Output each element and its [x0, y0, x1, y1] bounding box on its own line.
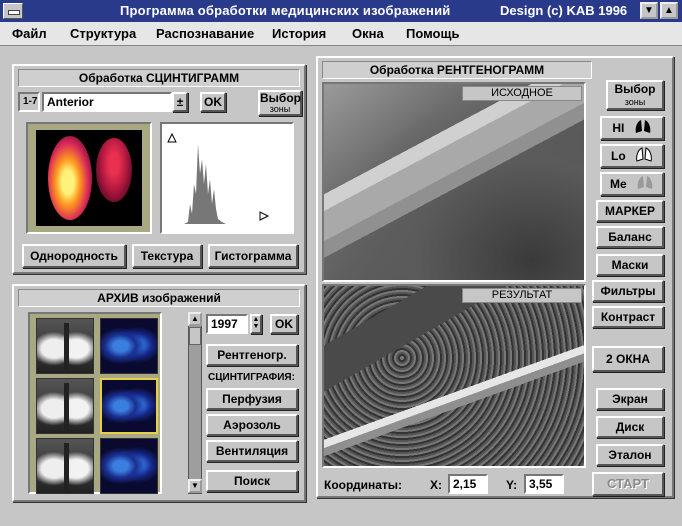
marker-button[interactable]: МАРКЕР	[596, 200, 664, 222]
xray-panel-title: Обработка РЕНТГЕНОГРАММ	[322, 61, 592, 79]
result-image-frame: РЕЗУЛЬТАТ	[322, 284, 586, 468]
menu-help[interactable]: Помощь	[406, 26, 459, 41]
scintigram-image[interactable]	[36, 130, 142, 226]
hi-button[interactable]: HI	[600, 116, 664, 140]
minimize-button[interactable]: ▼	[640, 2, 658, 19]
filters-button[interactable]: Фильтры	[592, 280, 664, 302]
me-button[interactable]: Me	[600, 172, 664, 196]
thumbnail-scinti-1[interactable]	[100, 318, 158, 374]
ventilation-button[interactable]: Вентиляция	[206, 440, 298, 462]
search-button[interactable]: Поиск	[206, 470, 298, 492]
masks-button[interactable]: Маски	[596, 254, 664, 276]
y-label: Y:	[506, 478, 518, 492]
histogram-chart	[167, 132, 270, 224]
archive-panel: АРХИВ изображений ▲ ▼ 1997 ▲ ▼ OK Рентген…	[12, 284, 306, 502]
scroll-up-arrow-icon[interactable]: ▲	[188, 312, 202, 326]
result-xray-image[interactable]: РЕЗУЛЬТАТ	[324, 286, 584, 466]
hi-label: HI	[612, 121, 625, 136]
lo-label: Lo	[610, 149, 626, 164]
projection-select[interactable]: Anterior	[42, 92, 172, 112]
scinti-panel-title: Обработка СЦИНТИГРАММ	[18, 69, 300, 87]
select-zone-line1: Выбор	[260, 91, 301, 105]
result-image-label: РЕЗУЛЬТАТ	[462, 288, 582, 303]
y-coordinate-field: 3,55	[524, 474, 564, 494]
select-zone-line2: зоны	[269, 104, 291, 114]
thumbnail-scinti-2-selected[interactable]	[100, 378, 158, 434]
title-bar: Программа обработки медицинских изображе…	[0, 0, 682, 22]
system-menu-button[interactable]	[3, 3, 23, 19]
aerosol-button[interactable]: Аэрозоль	[206, 414, 298, 436]
etalon-button[interactable]: Эталон	[596, 444, 664, 466]
lungs-outline-icon	[635, 146, 653, 168]
xray-select-zone-line1: Выбор	[614, 82, 656, 96]
lungs-filled-icon	[634, 118, 652, 140]
thumbnail-xray-1[interactable]	[36, 318, 94, 374]
coordinates-label: Координаты:	[324, 478, 403, 492]
source-xray-image[interactable]: ИСХОДНОЕ	[324, 84, 584, 280]
range-label: 1-7	[18, 92, 40, 112]
balance-button[interactable]: Баланс	[596, 226, 664, 248]
xray-archive-button[interactable]: Рентгеногр.	[206, 344, 298, 366]
maximize-button[interactable]: ▲	[660, 2, 678, 19]
menu-history[interactable]: История	[272, 26, 326, 41]
xray-select-zone-line2: зоны	[624, 97, 646, 107]
lungs-gray-icon	[636, 174, 654, 196]
scinti-ok-button[interactable]: OK	[200, 92, 226, 112]
scinti-select-zone-button[interactable]: Выбор зоны	[258, 90, 302, 116]
me-label: Me	[609, 177, 627, 192]
thumbnail-xray-2[interactable]	[36, 378, 94, 434]
scinti-section-label: СЦИНТИГРАФИЯ:	[208, 372, 295, 383]
histogram-button[interactable]: Гистограмма	[208, 244, 298, 268]
source-image-label: ИСХОДНОЕ	[462, 86, 582, 101]
texture-button[interactable]: Текстура	[132, 244, 202, 268]
scroll-thumb[interactable]	[189, 327, 201, 345]
copyright-text: Design (c) KAB 1996	[500, 3, 628, 18]
scroll-down-arrow-icon[interactable]: ▼	[188, 479, 202, 493]
screen-button[interactable]: Экран	[596, 388, 664, 410]
xray-select-zone-button[interactable]: Выбор зоны	[606, 80, 664, 110]
scinti-frame	[26, 122, 152, 234]
lo-button[interactable]: Lo	[600, 144, 664, 168]
thumbnail-grid	[28, 312, 162, 494]
perfusion-button[interactable]: Перфузия	[206, 388, 298, 410]
x-label: X:	[430, 478, 442, 492]
contrast-button[interactable]: Контраст	[592, 306, 664, 328]
two-windows-button[interactable]: 2 ОКНА	[592, 346, 664, 372]
scinti-panel: Обработка СЦИНТИГРАММ 1-7 Anterior ± OK …	[12, 64, 306, 274]
source-image-frame: ИСХОДНОЕ	[322, 82, 586, 282]
histogram-panel	[160, 122, 294, 234]
menu-bar: Файл Структура Распознавание История Окн…	[0, 22, 682, 46]
archive-panel-title: АРХИВ изображений	[18, 289, 300, 307]
menu-windows[interactable]: Окна	[352, 26, 384, 41]
menu-file[interactable]: Файл	[12, 26, 47, 41]
disk-button[interactable]: Диск	[596, 416, 664, 438]
x-coordinate-field: 2,15	[448, 474, 488, 494]
window-title: Программа обработки медицинских изображе…	[120, 3, 451, 18]
archive-ok-button[interactable]: OK	[270, 314, 298, 334]
thumbnail-xray-3[interactable]	[36, 438, 94, 494]
year-field[interactable]: 1997	[206, 314, 248, 334]
thumbnail-scinti-3[interactable]	[100, 438, 158, 494]
projection-dropdown-button[interactable]: ±	[172, 92, 188, 112]
uniformity-button[interactable]: Однородность	[22, 244, 126, 268]
menu-structure[interactable]: Структура	[70, 26, 136, 41]
start-button[interactable]: СТАРТ	[592, 472, 664, 496]
year-spinner-icon[interactable]: ▲ ▼	[250, 314, 262, 334]
menu-recognition[interactable]: Распознавание	[156, 26, 254, 41]
archive-scrollbar[interactable]: ▲ ▼	[188, 312, 202, 494]
